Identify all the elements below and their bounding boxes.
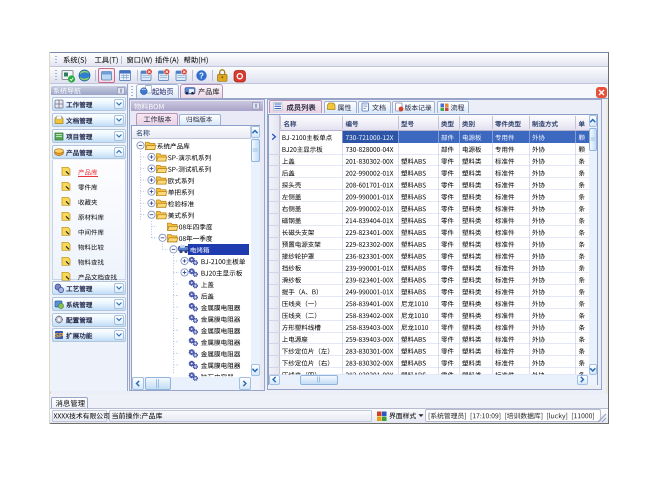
- svg-text:?: ?: [199, 72, 204, 81]
- svg-text:SP: SP: [55, 333, 64, 340]
